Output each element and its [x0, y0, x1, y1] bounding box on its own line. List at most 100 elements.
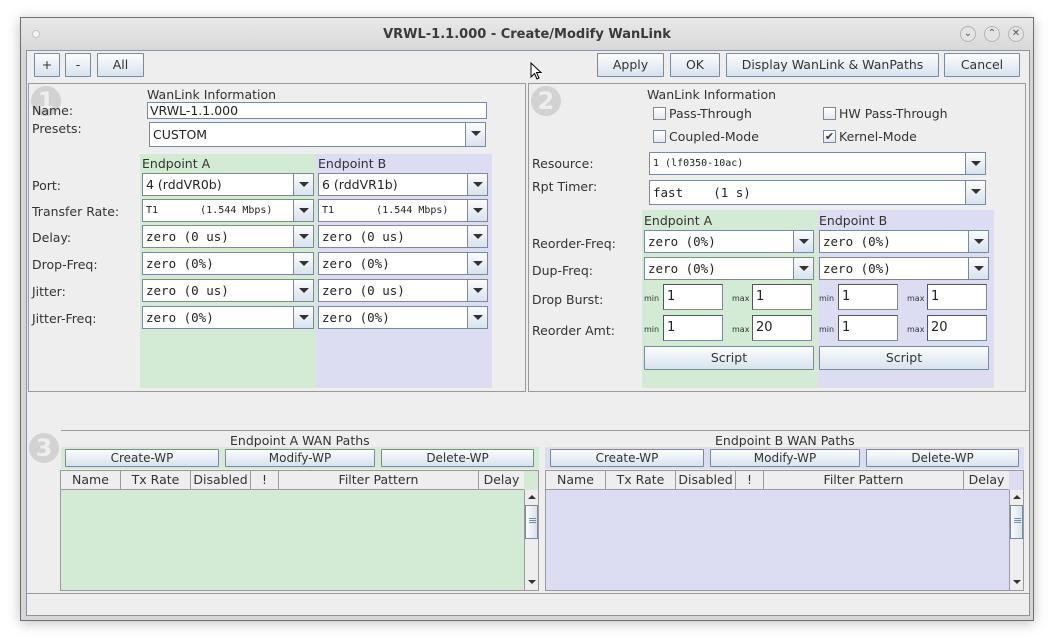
hw-pass-through-checkbox[interactable]: [823, 107, 836, 120]
chevron-down-icon[interactable]: [467, 307, 487, 328]
dup-freq-b-dropdown[interactable]: zero (0%): [819, 257, 989, 280]
chevron-down-icon[interactable]: [467, 253, 487, 274]
reorder-amt-b-min[interactable]: 1: [838, 315, 898, 341]
chevron-down-icon[interactable]: [293, 307, 313, 328]
rpt-timer-dropdown[interactable]: fast (1 s): [649, 180, 986, 205]
chevron-down-icon[interactable]: [968, 231, 988, 252]
drop-freq-b-dropdown[interactable]: zero (0%): [318, 252, 488, 275]
column-header[interactable]: Delay: [964, 471, 1009, 490]
column-header[interactable]: Filter Pattern: [764, 471, 964, 490]
drop-freq-a-dropdown[interactable]: zero (0%): [142, 252, 314, 275]
expand-button[interactable]: +: [34, 53, 60, 77]
chevron-down-icon[interactable]: [467, 174, 487, 195]
column-header[interactable]: Name: [61, 471, 121, 490]
endpoint-b-header: Endpoint B: [318, 156, 387, 171]
min-label: min: [819, 325, 835, 334]
vertical-scrollbar[interactable]: [1009, 490, 1023, 590]
vertical-scrollbar[interactable]: [524, 490, 538, 590]
scroll-up-icon[interactable]: [1010, 490, 1023, 504]
name-field[interactable]: VRWL-1.1.000: [147, 102, 487, 119]
jitter-freq-a-value: zero (0%): [146, 310, 214, 325]
scroll-up-icon[interactable]: [525, 490, 538, 504]
drop-burst-a-max[interactable]: 1: [752, 284, 812, 310]
minimize-icon[interactable]: ⌄: [960, 26, 976, 42]
chevron-down-icon[interactable]: [293, 174, 313, 195]
chevron-down-icon[interactable]: [968, 258, 988, 279]
column-header[interactable]: !: [736, 471, 764, 490]
apply-button[interactable]: Apply: [597, 53, 664, 77]
dup-freq-a-dropdown[interactable]: zero (0%): [644, 257, 814, 280]
scroll-thumb[interactable]: [1010, 505, 1023, 539]
port-a-dropdown[interactable]: 4 (rddVR0b): [142, 173, 314, 196]
ok-button[interactable]: OK: [670, 53, 720, 77]
chevron-down-icon[interactable]: [293, 280, 313, 301]
endpoint-b-wanpaths-table[interactable]: Name Tx Rate Disabled ! Filter Pattern D…: [545, 470, 1024, 591]
chevron-down-icon[interactable]: [293, 253, 313, 274]
column-header[interactable]: Tx Rate: [121, 471, 191, 490]
maximize-icon[interactable]: ⌃: [984, 26, 1000, 42]
scroll-thumb[interactable]: [525, 505, 538, 539]
presets-dropdown[interactable]: CUSTOM: [149, 122, 486, 147]
modify-wp-b-button[interactable]: Modify-WP: [710, 449, 860, 467]
chevron-down-icon[interactable]: [467, 226, 487, 247]
all-button[interactable]: All: [97, 53, 144, 77]
drop-burst-b-max[interactable]: 1: [927, 284, 987, 310]
transfer-rate-a-dropdown[interactable]: T1 (1.544 Mbps): [142, 199, 314, 222]
jitter-a-dropdown[interactable]: zero (0 us): [142, 279, 314, 302]
chevron-down-icon[interactable]: [467, 200, 487, 221]
chevron-down-icon[interactable]: [465, 123, 485, 146]
modify-wp-a-button[interactable]: Modify-WP: [225, 449, 375, 467]
chevron-down-icon[interactable]: [793, 258, 813, 279]
cancel-button[interactable]: Cancel: [944, 53, 1020, 77]
coupled-mode-checkbox[interactable]: [653, 130, 666, 143]
column-header[interactable]: !: [251, 471, 279, 490]
close-icon[interactable]: ✕: [1008, 26, 1024, 42]
pass-through-checkbox[interactable]: [653, 107, 666, 120]
delete-wp-a-button[interactable]: Delete-WP: [381, 449, 534, 467]
scroll-down-icon[interactable]: [525, 575, 538, 589]
delay-a-dropdown[interactable]: zero (0 us): [142, 225, 314, 248]
create-wp-a-button[interactable]: Create-WP: [65, 449, 219, 467]
column-header[interactable]: Name: [546, 471, 606, 490]
reorder-amt-a-min[interactable]: 1: [663, 315, 723, 341]
drop-burst-b-min[interactable]: 1: [838, 284, 898, 310]
chevron-down-icon[interactable]: [293, 226, 313, 247]
column-header[interactable]: Delay: [479, 471, 524, 490]
chevron-down-icon[interactable]: [293, 200, 313, 221]
dup-freq-a-value: zero (0%): [648, 261, 716, 276]
reorder-freq-b-dropdown[interactable]: zero (0%): [819, 230, 989, 253]
delete-wp-b-button[interactable]: Delete-WP: [866, 449, 1019, 467]
display-wanlink-button[interactable]: Display WanLink & WanPaths: [726, 53, 939, 77]
script-b-button[interactable]: Script: [819, 346, 989, 370]
delay-b-dropdown[interactable]: zero (0 us): [318, 225, 488, 248]
column-header[interactable]: Disabled: [191, 471, 251, 490]
reorder-amt-a-max[interactable]: 20: [752, 315, 812, 341]
scroll-down-icon[interactable]: [1010, 575, 1023, 589]
max-label: max: [907, 325, 925, 334]
endpoint-a-wanpaths-table[interactable]: Name Tx Rate Disabled ! Filter Pattern D…: [60, 470, 539, 591]
jitter-freq-a-dropdown[interactable]: zero (0%): [142, 306, 314, 329]
collapse-button[interactable]: -: [65, 53, 91, 77]
chevron-down-icon[interactable]: [467, 280, 487, 301]
chevron-down-icon[interactable]: [793, 231, 813, 252]
reorder-freq-a-dropdown[interactable]: zero (0%): [644, 230, 814, 253]
kernel-mode-checkbox[interactable]: ✔: [823, 130, 836, 143]
column-header[interactable]: Disabled: [676, 471, 736, 490]
transfer-rate-b-dropdown[interactable]: T1 (1.544 Mbps): [318, 199, 488, 222]
chevron-down-icon[interactable]: [965, 153, 985, 174]
column-header[interactable]: Tx Rate: [606, 471, 676, 490]
script-a-button[interactable]: Script: [644, 346, 814, 370]
jitter-b-dropdown[interactable]: zero (0 us): [318, 279, 488, 302]
jitter-freq-b-dropdown[interactable]: zero (0%): [318, 306, 488, 329]
chevron-down-icon[interactable]: [965, 181, 985, 204]
drop-burst-a-min[interactable]: 1: [663, 284, 723, 310]
max-label: max: [732, 294, 750, 303]
delay-label: Delay:: [32, 230, 72, 245]
create-wp-b-button[interactable]: Create-WP: [550, 449, 704, 467]
divider: [61, 430, 1030, 431]
port-b-dropdown[interactable]: 6 (rddVR1b): [318, 173, 488, 196]
title-bar[interactable]: VRWL-1.1.000 - Create/Modify WanLink ⌄ ⌃…: [21, 18, 1033, 50]
column-header[interactable]: Filter Pattern: [279, 471, 479, 490]
reorder-amt-b-max[interactable]: 20: [927, 315, 987, 341]
resource-dropdown[interactable]: 1 (lf0350-10ac): [649, 152, 986, 175]
